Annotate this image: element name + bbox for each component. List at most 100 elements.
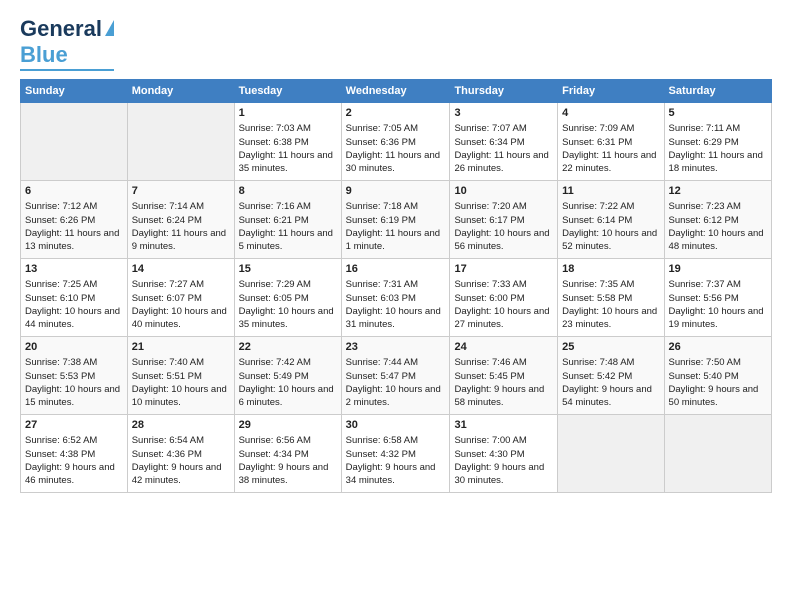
sunrise-text: Sunrise: 7:27 AM (132, 278, 230, 291)
daylight-text: Daylight: 10 hours and 56 minutes. (454, 227, 553, 254)
sunrise-text: Sunrise: 7:42 AM (239, 356, 337, 369)
sunset-text: Sunset: 5:42 PM (562, 370, 659, 383)
day-number: 22 (239, 340, 337, 355)
sunset-text: Sunset: 5:56 PM (669, 292, 767, 305)
day-number: 20 (25, 340, 123, 355)
day-number: 13 (25, 262, 123, 277)
sunset-text: Sunset: 6:05 PM (239, 292, 337, 305)
day-number: 19 (669, 262, 767, 277)
day-number: 2 (346, 106, 446, 121)
day-number: 26 (669, 340, 767, 355)
calendar-cell: 9Sunrise: 7:18 AMSunset: 6:19 PMDaylight… (341, 181, 450, 259)
week-row-4: 20Sunrise: 7:38 AMSunset: 5:53 PMDayligh… (21, 337, 772, 415)
daylight-text: Daylight: 10 hours and 40 minutes. (132, 305, 230, 332)
calendar-cell: 18Sunrise: 7:35 AMSunset: 5:58 PMDayligh… (558, 259, 664, 337)
sunset-text: Sunset: 4:38 PM (25, 448, 123, 461)
logo-triangle-icon (105, 20, 114, 36)
day-number: 4 (562, 106, 659, 121)
sunrise-text: Sunrise: 7:20 AM (454, 200, 553, 213)
calendar-cell: 21Sunrise: 7:40 AMSunset: 5:51 PMDayligh… (127, 337, 234, 415)
sunrise-text: Sunrise: 7:50 AM (669, 356, 767, 369)
daylight-text: Daylight: 11 hours and 22 minutes. (562, 149, 659, 176)
sunset-text: Sunset: 5:58 PM (562, 292, 659, 305)
daylight-text: Daylight: 9 hours and 50 minutes. (669, 383, 767, 410)
calendar-cell: 28Sunrise: 6:54 AMSunset: 4:36 PMDayligh… (127, 415, 234, 493)
sunrise-text: Sunrise: 7:23 AM (669, 200, 767, 213)
sunrise-text: Sunrise: 7:18 AM (346, 200, 446, 213)
logo-general: General (20, 16, 102, 42)
calendar-cell: 24Sunrise: 7:46 AMSunset: 5:45 PMDayligh… (450, 337, 558, 415)
calendar-cell: 26Sunrise: 7:50 AMSunset: 5:40 PMDayligh… (664, 337, 771, 415)
col-header-wednesday: Wednesday (341, 80, 450, 103)
daylight-text: Daylight: 11 hours and 26 minutes. (454, 149, 553, 176)
sunrise-text: Sunrise: 7:22 AM (562, 200, 659, 213)
sunrise-text: Sunrise: 7:46 AM (454, 356, 553, 369)
daylight-text: Daylight: 11 hours and 9 minutes. (132, 227, 230, 254)
calendar-cell: 20Sunrise: 7:38 AMSunset: 5:53 PMDayligh… (21, 337, 128, 415)
sunset-text: Sunset: 6:07 PM (132, 292, 230, 305)
day-number: 18 (562, 262, 659, 277)
daylight-text: Daylight: 11 hours and 18 minutes. (669, 149, 767, 176)
header: General Blue (20, 16, 772, 71)
sunset-text: Sunset: 6:36 PM (346, 136, 446, 149)
daylight-text: Daylight: 9 hours and 34 minutes. (346, 461, 446, 488)
sunrise-text: Sunrise: 7:35 AM (562, 278, 659, 291)
col-header-thursday: Thursday (450, 80, 558, 103)
day-number: 7 (132, 184, 230, 199)
calendar-cell: 13Sunrise: 7:25 AMSunset: 6:10 PMDayligh… (21, 259, 128, 337)
sunset-text: Sunset: 6:00 PM (454, 292, 553, 305)
col-header-saturday: Saturday (664, 80, 771, 103)
sunrise-text: Sunrise: 7:44 AM (346, 356, 446, 369)
calendar-cell: 23Sunrise: 7:44 AMSunset: 5:47 PMDayligh… (341, 337, 450, 415)
calendar-cell: 16Sunrise: 7:31 AMSunset: 6:03 PMDayligh… (341, 259, 450, 337)
sunrise-text: Sunrise: 7:37 AM (669, 278, 767, 291)
calendar-cell: 27Sunrise: 6:52 AMSunset: 4:38 PMDayligh… (21, 415, 128, 493)
sunrise-text: Sunrise: 7:05 AM (346, 122, 446, 135)
calendar-cell: 19Sunrise: 7:37 AMSunset: 5:56 PMDayligh… (664, 259, 771, 337)
sunset-text: Sunset: 6:03 PM (346, 292, 446, 305)
day-number: 15 (239, 262, 337, 277)
daylight-text: Daylight: 9 hours and 42 minutes. (132, 461, 230, 488)
daylight-text: Daylight: 10 hours and 44 minutes. (25, 305, 123, 332)
daylight-text: Daylight: 10 hours and 48 minutes. (669, 227, 767, 254)
day-number: 24 (454, 340, 553, 355)
sunset-text: Sunset: 5:40 PM (669, 370, 767, 383)
sunset-text: Sunset: 4:34 PM (239, 448, 337, 461)
day-number: 17 (454, 262, 553, 277)
sunrise-text: Sunrise: 7:11 AM (669, 122, 767, 135)
logo-blue: Blue (20, 42, 68, 68)
calendar-cell: 22Sunrise: 7:42 AMSunset: 5:49 PMDayligh… (234, 337, 341, 415)
day-number: 16 (346, 262, 446, 277)
calendar-cell: 6Sunrise: 7:12 AMSunset: 6:26 PMDaylight… (21, 181, 128, 259)
day-number: 10 (454, 184, 553, 199)
sunset-text: Sunset: 4:30 PM (454, 448, 553, 461)
sunrise-text: Sunrise: 7:48 AM (562, 356, 659, 369)
sunrise-text: Sunrise: 7:29 AM (239, 278, 337, 291)
calendar-cell: 29Sunrise: 6:56 AMSunset: 4:34 PMDayligh… (234, 415, 341, 493)
day-number: 30 (346, 418, 446, 433)
daylight-text: Daylight: 9 hours and 38 minutes. (239, 461, 337, 488)
calendar-cell: 4Sunrise: 7:09 AMSunset: 6:31 PMDaylight… (558, 103, 664, 181)
sunset-text: Sunset: 6:29 PM (669, 136, 767, 149)
sunrise-text: Sunrise: 7:12 AM (25, 200, 123, 213)
sunrise-text: Sunrise: 7:03 AM (239, 122, 337, 135)
week-row-1: 1Sunrise: 7:03 AMSunset: 6:38 PMDaylight… (21, 103, 772, 181)
calendar-cell: 3Sunrise: 7:07 AMSunset: 6:34 PMDaylight… (450, 103, 558, 181)
calendar-cell (664, 415, 771, 493)
day-number: 29 (239, 418, 337, 433)
sunrise-text: Sunrise: 7:40 AM (132, 356, 230, 369)
header-row: SundayMondayTuesdayWednesdayThursdayFrid… (21, 80, 772, 103)
daylight-text: Daylight: 9 hours and 58 minutes. (454, 383, 553, 410)
calendar-cell: 5Sunrise: 7:11 AMSunset: 6:29 PMDaylight… (664, 103, 771, 181)
calendar-cell: 17Sunrise: 7:33 AMSunset: 6:00 PMDayligh… (450, 259, 558, 337)
sunset-text: Sunset: 6:12 PM (669, 214, 767, 227)
sunset-text: Sunset: 6:31 PM (562, 136, 659, 149)
calendar-cell: 14Sunrise: 7:27 AMSunset: 6:07 PMDayligh… (127, 259, 234, 337)
day-number: 31 (454, 418, 553, 433)
sunrise-text: Sunrise: 7:25 AM (25, 278, 123, 291)
calendar-cell (558, 415, 664, 493)
calendar-cell: 7Sunrise: 7:14 AMSunset: 6:24 PMDaylight… (127, 181, 234, 259)
page: General Blue SundayMondayTuesdayWednesda… (0, 0, 792, 503)
sunrise-text: Sunrise: 7:07 AM (454, 122, 553, 135)
sunset-text: Sunset: 6:14 PM (562, 214, 659, 227)
